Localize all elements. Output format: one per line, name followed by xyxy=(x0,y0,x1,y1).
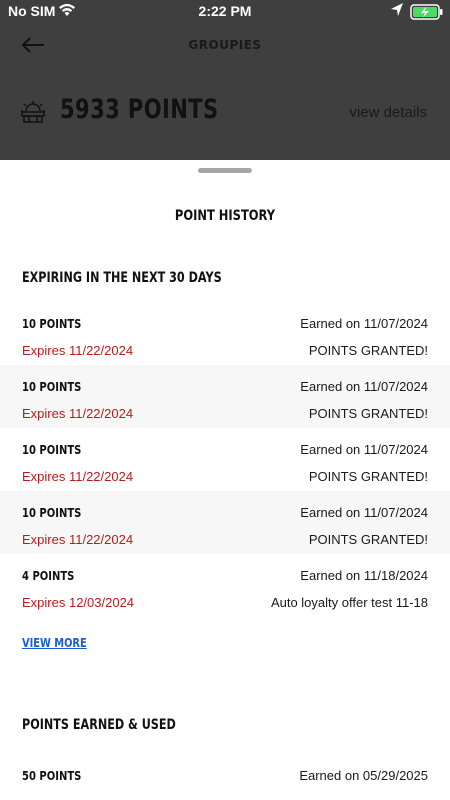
row-points: 10 POINTS xyxy=(22,505,82,520)
row-status-faded: ▬▬▬▬▬▬▬▬▬▬ xyxy=(298,795,428,800)
row-points: 4 POINTS xyxy=(22,568,75,583)
row-points: 10 POINTS xyxy=(22,316,82,331)
row-earned-date: Earned on 05/29/2025 xyxy=(299,768,428,783)
view-more-link[interactable]: VIEW MORE xyxy=(22,636,87,650)
history-row: 50 POINTS Earned on 05/29/2025 ▬▬▬▬▬▬▬▬ … xyxy=(0,754,450,800)
row-points: 10 POINTS xyxy=(22,442,82,457)
row-expiry-date: Expires 12/03/2024 xyxy=(22,595,135,610)
row-status: POINTS GRANTED! xyxy=(308,532,428,547)
row-earned-date: Earned on 11/07/2024 xyxy=(300,505,428,520)
sheet-drag-handle[interactable] xyxy=(198,168,252,173)
row-points: 10 POINTS xyxy=(22,379,82,394)
app-header: GROUPIES xyxy=(0,26,450,66)
row-earned-date: Earned on 11/07/2024 xyxy=(300,442,428,457)
page-title: GROUPIES xyxy=(188,38,262,52)
row-earned-date: Earned on 11/18/2024 xyxy=(300,568,428,583)
view-details-link[interactable]: view details xyxy=(349,104,427,121)
point-history-sheet: POINT HISTORY EXPIRING IN THE NEXT 30 DA… xyxy=(0,160,450,800)
history-row: 10 POINTS Earned on 11/07/2024 Expires 1… xyxy=(0,491,450,554)
row-expiry-date: Expires 11/22/2024 xyxy=(22,469,134,484)
row-expiry-date: Expires 11/22/2024 xyxy=(22,343,134,358)
row-status: POINTS GRANTED! xyxy=(308,469,428,484)
points-summary: 5933 POINTS view details xyxy=(0,88,450,134)
status-bar: No SIM 2:22 PM xyxy=(0,0,450,24)
points-award-icon xyxy=(21,101,45,123)
row-earned-date: Earned on 11/07/2024 xyxy=(300,316,428,331)
expiring-section-heading: EXPIRING IN THE NEXT 30 DAYS xyxy=(22,270,222,286)
history-row: 10 POINTS Earned on 11/07/2024 Expires 1… xyxy=(0,302,450,365)
sheet-title: POINT HISTORY xyxy=(174,208,276,224)
status-time: 2:22 PM xyxy=(198,3,252,19)
row-status: POINTS GRANTED! xyxy=(308,406,428,421)
history-row: 4 POINTS Earned on 11/18/2024 Expires 12… xyxy=(0,554,450,617)
points-total: 5933 POINTS xyxy=(60,94,219,125)
history-row: 10 POINTS Earned on 11/07/2024 Expires 1… xyxy=(0,365,450,428)
row-status: Auto loyalty offer test 11-18 xyxy=(270,595,428,610)
history-row: 10 POINTS Earned on 11/07/2024 Expires 1… xyxy=(0,428,450,491)
row-status: POINTS GRANTED! xyxy=(308,343,428,358)
row-points: 50 POINTS xyxy=(22,768,82,783)
earned-used-section-heading: POINTS EARNED & USED xyxy=(22,717,176,733)
battery-charging-icon xyxy=(410,4,443,20)
row-expiry-date: Expires 11/22/2024 xyxy=(22,532,134,547)
location-arrow-icon xyxy=(391,3,403,16)
row-earned-date: Earned on 11/07/2024 xyxy=(300,379,428,394)
row-expiry-date-faded: ▬▬▬▬▬▬▬▬ xyxy=(22,795,126,800)
row-expiry-date: Expires 11/22/2024 xyxy=(22,406,134,421)
page-background-overlay xyxy=(0,0,450,160)
